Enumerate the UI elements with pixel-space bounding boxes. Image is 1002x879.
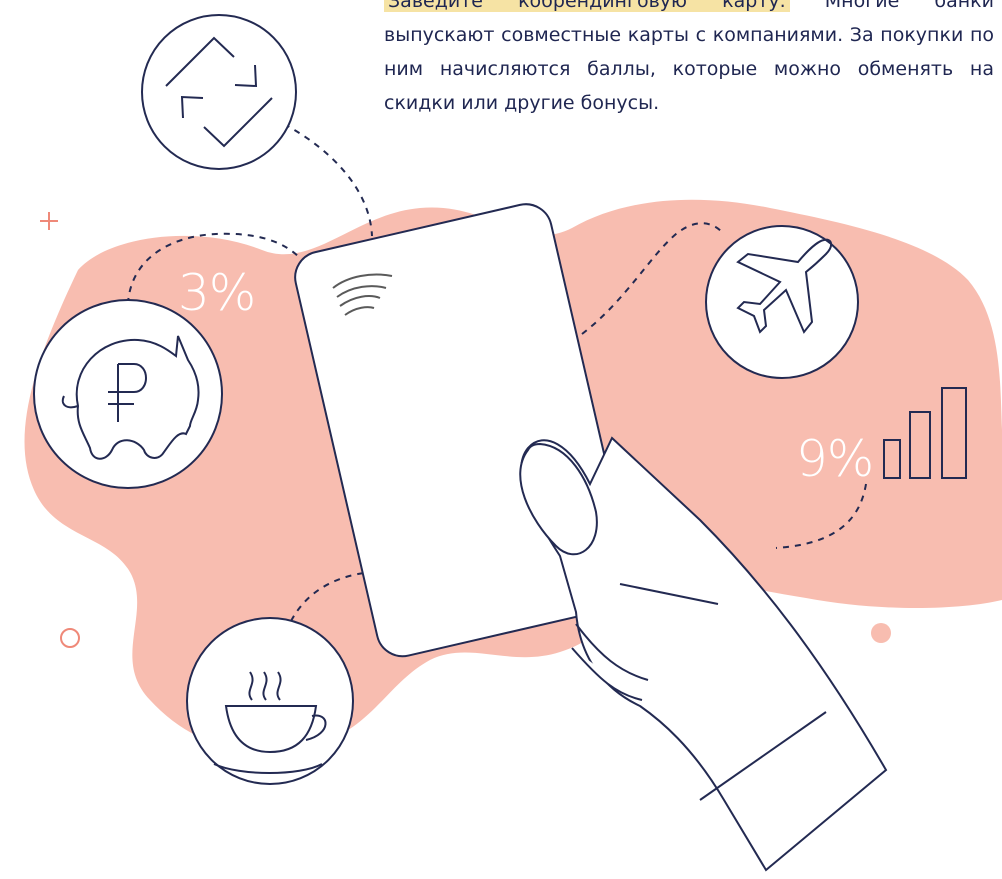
illustration: Заведите кобрендинговую карту. Многие ба… <box>0 0 1002 879</box>
airplane-icon <box>705 225 859 379</box>
exchange-arrows-icon <box>141 14 297 170</box>
piggy-bank-ruble-icon <box>33 299 223 489</box>
coffee-cup-icon <box>186 617 354 785</box>
dot-mark <box>871 623 891 643</box>
percent-label-right: 9% <box>796 430 874 488</box>
caption-paragraph: Заведите кобрендинговую карту. Многие ба… <box>384 0 994 120</box>
ring-mark <box>60 628 80 648</box>
caption-highlight: Заведите кобрендинговую карту. <box>384 0 790 12</box>
caption-text: Многие банки выпускают совместные карты … <box>384 0 994 114</box>
plus-mark <box>40 212 58 230</box>
percent-label-left: 3% <box>178 264 256 322</box>
